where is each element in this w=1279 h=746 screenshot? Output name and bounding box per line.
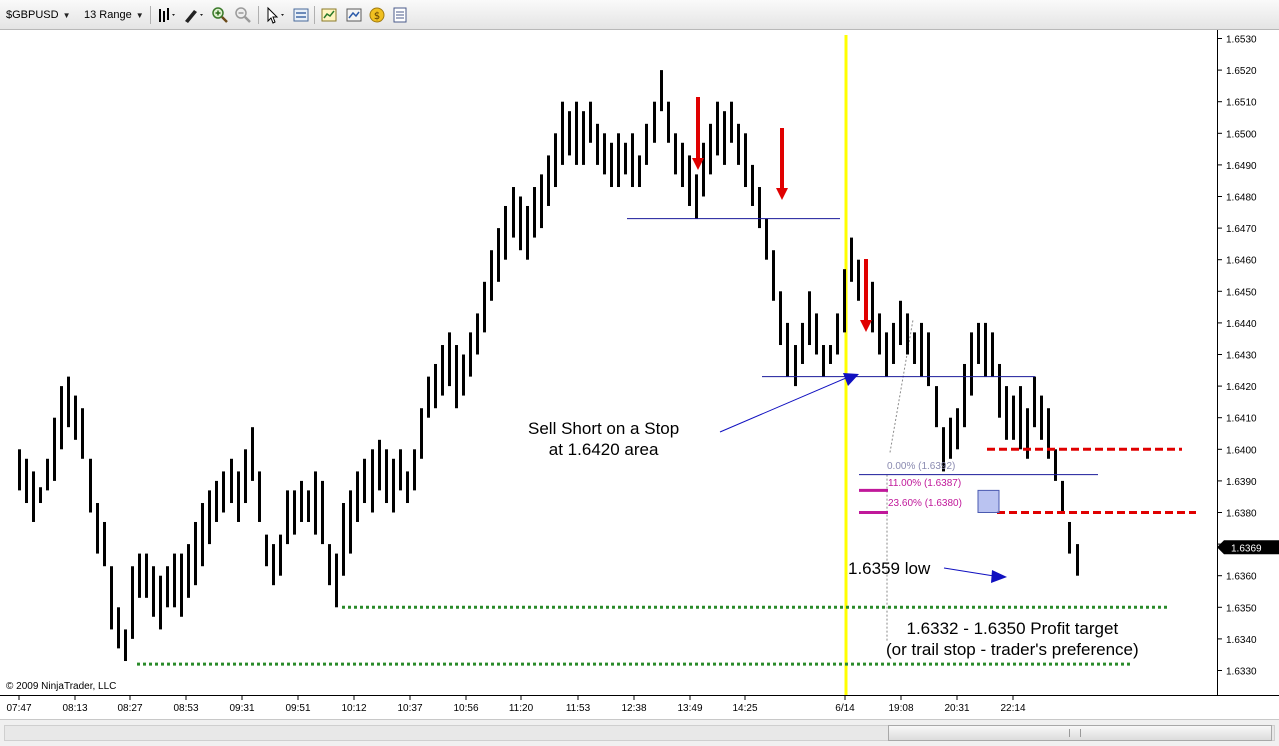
bar-style-icon[interactable]: [156, 6, 175, 24]
price-tick-label: 1.6340: [1226, 635, 1257, 646]
price-tick-label: 1.6380: [1226, 509, 1257, 520]
sell-short-line2: at 1.6420 area: [548, 440, 659, 459]
fib-level-0: 0.00% (1.6392): [887, 461, 956, 472]
time-tick-label: 19:08: [888, 703, 913, 714]
price-tick-label: 1.6490: [1226, 161, 1257, 172]
pointer-icon[interactable]: [264, 6, 284, 24]
bar-type-selector[interactable]: 13 Range ▼: [84, 5, 144, 25]
scroll-thumb[interactable]: [888, 725, 1272, 741]
bar-type-label: 13 Range: [84, 9, 132, 21]
scroll-grip: [1069, 729, 1081, 737]
price-tick-label: 1.6510: [1226, 98, 1257, 109]
copyright-text: © 2009 NinjaTrader, LLC: [6, 681, 117, 692]
sell-short-line1: Sell Short on a Stop: [528, 419, 680, 438]
chart-scrollbar[interactable]: [0, 719, 1279, 746]
time-tick-label: 12:38: [621, 703, 646, 714]
time-tick-label: 08:53: [173, 703, 198, 714]
time-tick-label: 22:14: [1000, 703, 1025, 714]
time-tick-label: 08:13: [62, 703, 87, 714]
price-tick-label: 1.6360: [1226, 572, 1257, 583]
price-tick-label: 1.6530: [1226, 35, 1257, 46]
chevron-down-icon: ▼: [62, 11, 71, 20]
price-tick-label: 1.6330: [1226, 667, 1257, 678]
time-tick-label: 20:31: [944, 703, 969, 714]
price-tick-label: 1.6480: [1226, 193, 1257, 204]
fib-level-11: 11.00% (1.6387): [888, 478, 962, 489]
toolbar-divider: [150, 6, 151, 24]
price-tick-label: 1.6390: [1226, 477, 1257, 488]
data-box-icon[interactable]: [292, 6, 310, 24]
time-tick-label: 10:37: [397, 703, 422, 714]
time-tick-label: 11:53: [566, 703, 591, 714]
price-tick-label: 1.6500: [1226, 129, 1257, 140]
draw-pen-icon[interactable]: [182, 6, 203, 24]
price-tick-label: 1.6470: [1226, 224, 1257, 235]
time-tick-label: 10:12: [341, 703, 366, 714]
zoom-out-icon[interactable]: [234, 6, 252, 24]
sell-short-annotation: Sell Short on a Stop at 1.6420 area: [528, 418, 679, 460]
fib-level-23: 23.60% (1.6380): [888, 498, 962, 509]
time-tick-label: 14:25: [732, 703, 757, 714]
time-tick-label: 10:56: [453, 703, 478, 714]
toolbar-divider: [258, 6, 259, 24]
svg-text:$: $: [374, 11, 380, 22]
price-tick-label: 1.6430: [1226, 351, 1257, 362]
time-tick-label: 09:31: [229, 703, 254, 714]
chart-toolbar: $GBPUSD ▼ 13 Range ▼ $: [0, 0, 1279, 30]
instrument-label: $GBPUSD: [6, 9, 59, 21]
properties-icon[interactable]: [345, 6, 363, 24]
time-tick-label: 09:51: [285, 703, 310, 714]
price-tick-label: 1.6440: [1226, 319, 1257, 330]
chart-wizard-icon[interactable]: [320, 6, 338, 24]
strategy-icon[interactable]: $: [368, 6, 386, 24]
notes-icon[interactable]: [391, 6, 409, 24]
profit-target-annotation: 1.6332 - 1.6350 Profit target (or trail …: [886, 618, 1139, 660]
last-price-label: 1.6369: [1231, 543, 1262, 554]
time-tick-label: 07:47: [6, 703, 31, 714]
time-tick-label: 6/14: [835, 703, 855, 714]
price-tick-label: 1.6410: [1226, 414, 1257, 425]
profit-target-line2: (or trail stop - trader's preference): [886, 640, 1139, 659]
price-tick-label: 1.6520: [1226, 66, 1257, 77]
price-tick-label: 1.6350: [1226, 603, 1257, 614]
price-tick-label: 1.6420: [1226, 382, 1257, 393]
price-tick-label: 1.6400: [1226, 445, 1257, 456]
instrument-selector[interactable]: $GBPUSD ▼: [6, 5, 71, 25]
toolbar-divider: [314, 6, 315, 24]
low-annotation: 1.6359 low: [848, 559, 931, 578]
time-tick-label: 08:27: [117, 703, 142, 714]
price-tick-label: 1.6460: [1226, 256, 1257, 267]
price-chart[interactable]: 1.6530 1.6520 1.6510 1.6500 1.6490 1.6480 1.64…: [0, 30, 1279, 719]
time-tick-label: 13:49: [677, 703, 702, 714]
price-tick-label: 1.6450: [1226, 287, 1257, 298]
time-tick-label: 11:20: [509, 703, 534, 714]
zoom-in-icon[interactable]: [211, 6, 229, 24]
chevron-down-icon: ▼: [135, 11, 144, 20]
fib-zone-box: [977, 489, 1000, 514]
profit-target-line1: 1.6332 - 1.6350 Profit target: [906, 619, 1119, 638]
